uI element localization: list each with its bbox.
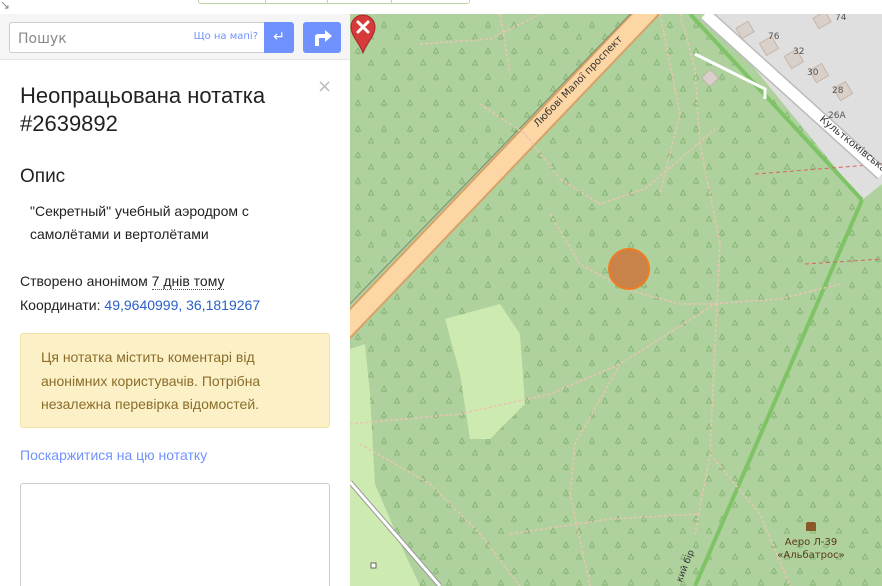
search-placeholder: Пошук [18,31,67,47]
warning-text: Ця нотатка містить коментарі від анонімн… [41,349,261,412]
note-title: Неопрацьована нотатка #2639892 [20,83,266,136]
search-bar: Пошук Що на мапі? ↵ [0,14,350,60]
report-note-link[interactable]: Поскаржитися на цю нотатку [20,447,207,463]
coordinates-link[interactable]: 49,9640999, 36,1819267 [104,297,260,313]
whats-here-link[interactable]: Що на мапі? [194,31,258,42]
house-number: 76 [768,32,780,42]
house-number: 32 [793,47,805,57]
coordinates-prefix: Координати: [20,297,105,313]
sidebar: Пошук Що на мапі? ↵ × Неопрацьована нота… [0,14,350,586]
back-arrow-icon[interactable]: ↘ [0,0,10,12]
close-icon[interactable]: × [317,76,332,97]
house-number: 26А [828,111,846,121]
aircraft-monument-icon[interactable] [806,522,816,531]
directions-icon [315,30,332,46]
note-area-circle [608,248,650,290]
top-header: ↘ [0,0,882,14]
note-description: "Секретный" учебный аэродром с самолётам… [30,203,249,242]
poi-label[interactable]: Аеро Л-39 «Альбатрос» [776,536,846,562]
created-line: Створено анонімом 7 днів тому [20,273,225,290]
map-view[interactable]: Любові Малої проспект Культкомівська кий… [350,14,882,586]
anonymous-warning: Ця нотатка містить коментарі від анонімн… [20,333,330,428]
coordinates-line: Координати: 49,9640999, 36,1819267 [20,297,260,313]
directions-button[interactable] [303,22,341,53]
search-go-button[interactable]: ↵ [264,22,294,53]
created-time: 7 днів тому [151,273,225,290]
created-prefix: Створено анонімом [20,273,152,289]
comment-textarea[interactable] [20,483,330,586]
note-marker-icon[interactable] [350,14,376,54]
house-number: 74 [835,14,847,23]
layer-tabs[interactable] [198,0,470,4]
house-number: 30 [807,68,819,78]
description-heading: Опис [20,166,66,187]
search-input[interactable]: Пошук Що на мапі? [9,22,265,53]
map-canvas [350,14,882,586]
house-number: 28 [832,86,844,96]
